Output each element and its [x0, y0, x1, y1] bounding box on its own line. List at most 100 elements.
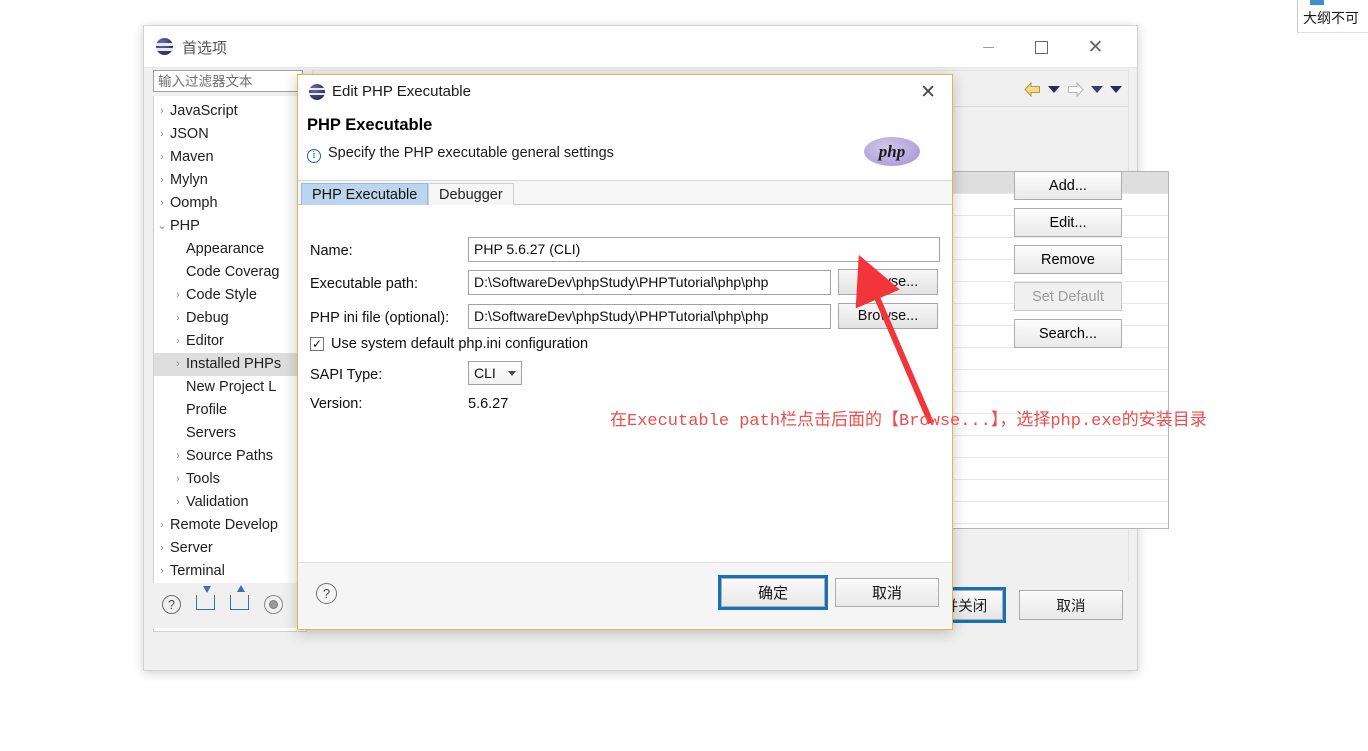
tree-item-php[interactable]: ⌄ PHP: [154, 215, 306, 238]
dialog-title: Edit PHP Executable: [332, 83, 471, 100]
table-action-buttons: Add... Edit... Remove Set Default Search...: [1014, 171, 1122, 356]
php-ini-browse-button[interactable]: Browse...: [838, 303, 938, 329]
chevron-right-icon[interactable]: ›: [156, 100, 168, 123]
preferences-title: 首选项: [182, 40, 228, 57]
chevron-down-icon: [508, 371, 516, 376]
tree-item-terminal[interactable]: › Terminal: [154, 560, 306, 583]
tree-item-label: JSON: [170, 126, 209, 142]
chevron-right-icon[interactable]: ›: [172, 353, 184, 376]
export-icon[interactable]: [230, 585, 251, 616]
use-default-ini-checkbox-row[interactable]: ✓ Use system default php.ini configurati…: [310, 336, 588, 352]
corner-panel: 大纲不可: [1297, 0, 1368, 33]
add-button[interactable]: Add...: [1014, 171, 1122, 200]
forward-arrow-icon[interactable]: [1067, 81, 1084, 97]
tree-item-server[interactable]: › Server: [154, 537, 306, 560]
tree-item-profile[interactable]: Profile: [154, 399, 306, 422]
close-icon[interactable]: ✕: [1072, 26, 1119, 68]
tab-php-executable[interactable]: PHP Executable: [301, 183, 429, 205]
minimize-icon[interactable]: [965, 26, 1012, 68]
name-input[interactable]: PHP 5.6.27 (CLI): [468, 237, 940, 262]
tree-item-json[interactable]: › JSON: [154, 123, 306, 146]
executable-path-label: Executable path:: [310, 276, 419, 292]
tab-debugger[interactable]: Debugger: [428, 183, 514, 205]
tree-item-tools[interactable]: › Tools: [154, 468, 306, 491]
preferences-tree[interactable]: › JavaScript › JSON › Maven › Mylyn › Oomph ⌄ PHP Ap…: [153, 96, 307, 632]
chevron-right-icon[interactable]: ›: [172, 330, 184, 353]
tree-item-javascript[interactable]: › JavaScript: [154, 100, 306, 123]
tree-item-debug[interactable]: › Debug: [154, 307, 306, 330]
executable-path-input[interactable]: D:\SoftwareDev\phpStudy\PHPTutorial\php\…: [468, 270, 831, 295]
chevron-right-icon[interactable]: ›: [172, 284, 184, 307]
preferences-titlebar: 首选项 ✕: [144, 26, 1137, 68]
close-icon[interactable]: ✕: [920, 81, 936, 104]
chevron-right-icon[interactable]: ›: [172, 468, 184, 491]
chevron-right-icon[interactable]: ›: [156, 537, 168, 560]
tree-item-code-coverag[interactable]: Code Coverag: [154, 261, 306, 284]
search-button[interactable]: Search...: [1014, 319, 1122, 348]
forward-dropdown-icon[interactable]: [1091, 85, 1103, 93]
tree-item-label: Validation: [186, 494, 249, 510]
back-arrow-icon[interactable]: [1024, 81, 1041, 97]
tree-item-appearance[interactable]: Appearance: [154, 238, 306, 261]
chevron-right-icon[interactable]: ›: [156, 123, 168, 146]
tree-item-label: Editor: [186, 333, 224, 349]
sapi-type-label: SAPI Type:: [310, 367, 383, 383]
tree-item-code-style[interactable]: › Code Style: [154, 284, 306, 307]
chevron-right-icon[interactable]: ›: [172, 445, 184, 468]
php-logo-text: php: [878, 141, 906, 161]
edit-button[interactable]: Edit...: [1014, 208, 1122, 237]
chevron-right-icon[interactable]: ›: [172, 491, 184, 514]
tree-item-maven[interactable]: › Maven: [154, 146, 306, 169]
chevron-right-icon[interactable]: ›: [172, 307, 184, 330]
chevron-down-icon[interactable]: ⌄: [156, 215, 168, 238]
executable-path-browse-button[interactable]: Browse...: [838, 269, 938, 295]
remove-button[interactable]: Remove: [1014, 245, 1122, 274]
cancel-button[interactable]: 取消: [835, 578, 939, 607]
footer-icon-group: ?: [162, 585, 285, 616]
tree-item-label: Code Coverag: [186, 264, 280, 280]
set-default-button: Set Default: [1014, 282, 1122, 311]
dialog-info-text: Specify the PHP executable general setti…: [328, 145, 614, 161]
tree-item-label: New Project L: [186, 379, 277, 395]
eclipse-icon: [156, 38, 173, 55]
use-default-ini-checkbox[interactable]: ✓: [310, 337, 324, 351]
tree-item-servers[interactable]: Servers: [154, 422, 306, 445]
tree-item-new-project-l[interactable]: New Project L: [154, 376, 306, 399]
tree-item-oomph[interactable]: › Oomph: [154, 192, 306, 215]
import-icon[interactable]: [196, 586, 217, 616]
chevron-right-icon[interactable]: ›: [156, 192, 168, 215]
settings-icon[interactable]: [264, 595, 285, 616]
help-icon[interactable]: ?: [162, 595, 183, 616]
php-logo-icon: php: [864, 137, 920, 166]
back-dropdown-icon[interactable]: [1048, 85, 1060, 93]
chevron-right-icon[interactable]: ›: [156, 560, 168, 583]
tree-item-mylyn[interactable]: › Mylyn: [154, 169, 306, 192]
name-label: Name:: [310, 243, 353, 259]
chevron-right-icon[interactable]: ›: [156, 514, 168, 537]
tree-item-source-paths[interactable]: › Source Paths: [154, 445, 306, 468]
dialog-form: Name: PHP 5.6.27 (CLI) Executable path: …: [298, 205, 952, 562]
tree-item-remote-develop[interactable]: › Remote Develop: [154, 514, 306, 537]
tree-item-label: Terminal: [170, 563, 225, 579]
preferences-cancel-button[interactable]: 取消: [1019, 590, 1123, 620]
tree-item-label: Debug: [186, 310, 229, 326]
tree-item-label: Installed PHPs: [186, 356, 282, 372]
chevron-right-icon[interactable]: ›: [156, 146, 168, 169]
tree-item-installed-phps[interactable]: › Installed PHPs: [154, 353, 306, 376]
corner-panel-label: 大纲不可: [1303, 10, 1359, 26]
tree-item-label: Tools: [186, 471, 220, 487]
view-menu-dropdown-icon[interactable]: [1110, 85, 1122, 93]
maximize-icon[interactable]: [1018, 26, 1065, 68]
tree-item-editor[interactable]: › Editor: [154, 330, 306, 353]
filter-input[interactable]: 输入过滤器文本: [153, 70, 303, 92]
sapi-type-select[interactable]: CLI: [468, 361, 522, 385]
tree-item-validation[interactable]: › Validation: [154, 491, 306, 514]
sapi-type-value: CLI: [474, 365, 496, 381]
help-icon[interactable]: ?: [316, 583, 337, 604]
chevron-right-icon[interactable]: ›: [156, 169, 168, 192]
ok-button[interactable]: 确定: [718, 575, 828, 610]
php-ini-input[interactable]: D:\SoftwareDev\phpStudy\PHPTutorial\php\…: [468, 304, 831, 329]
tree-item-label: Code Style: [186, 287, 257, 303]
tree-item-label: Oomph: [170, 195, 218, 211]
edit-php-executable-dialog: Edit PHP Executable ✕ PHP Executable i Sp…: [297, 74, 953, 630]
